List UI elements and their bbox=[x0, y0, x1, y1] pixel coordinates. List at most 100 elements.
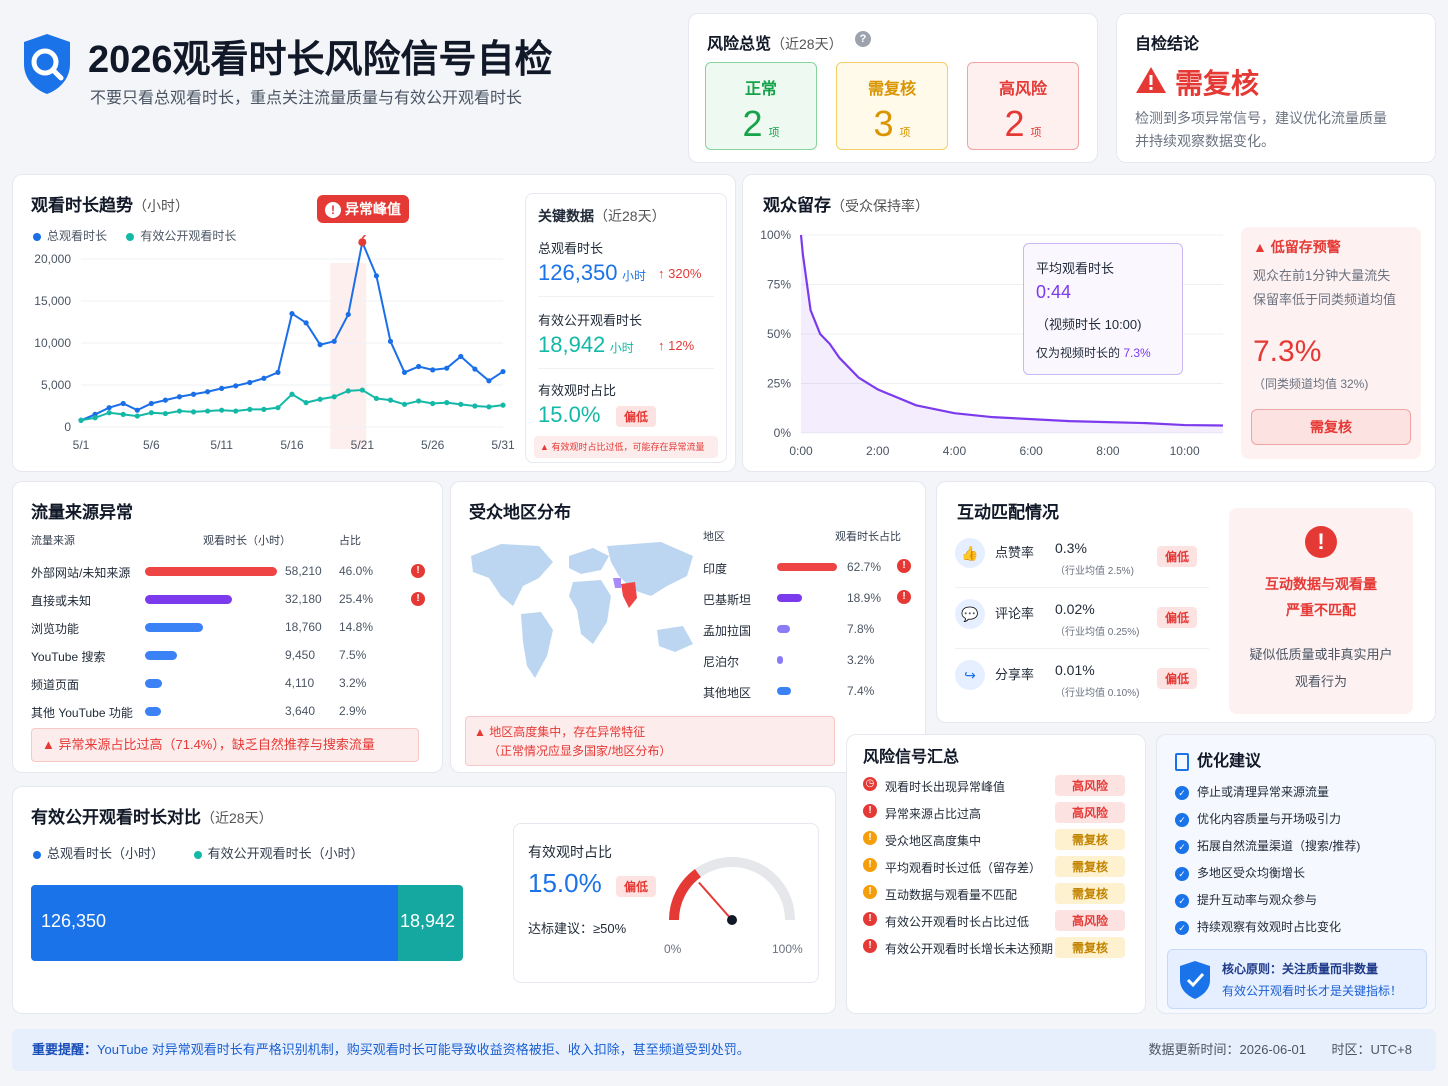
engagement-label: 评论率 bbox=[995, 606, 1035, 621]
engagement-avg: （行业均值 0.25%) bbox=[1055, 627, 1140, 638]
advice-text: 持续观察有效观时占比变化 bbox=[1197, 920, 1342, 934]
footer-notice: 重要提醒：YouTube 对异常观看时长有严格识别机制，购买观看时长可能导致收益… bbox=[12, 1029, 1436, 1071]
header: 2026观看时长风险信号自检 不要只看总观看时长，重点关注流量质量与有效公开观看… bbox=[18, 24, 658, 114]
data-point bbox=[444, 365, 450, 371]
traffic-source-name: YouTube 搜索 bbox=[31, 650, 106, 664]
footer-text: YouTube 对异常观看时长有严格识别机制，购买观看时长可能导致收益资格被拒、… bbox=[97, 1042, 750, 1057]
engagement-value: 0.02% bbox=[1055, 601, 1095, 617]
avg-value: 0:44 bbox=[1036, 282, 1072, 302]
compare-title: 有效公开观看时长对比 bbox=[31, 808, 201, 827]
data-point bbox=[233, 383, 239, 389]
overview-box-label: 需复核 bbox=[867, 81, 916, 98]
engagement-value: 0.01% bbox=[1055, 662, 1095, 678]
traffic-source-name: 浏览功能 bbox=[31, 622, 80, 636]
alert-title: 低留存预警 bbox=[1270, 239, 1341, 255]
signal-text: 互动数据与观看量不匹配 bbox=[885, 888, 1018, 902]
x-tick-label: 5/26 bbox=[421, 438, 445, 452]
advice-text: 拓展自然流量渠道（搜索/推荐) bbox=[1197, 839, 1361, 853]
risk-overview-card: 风险总览（近28天） ? 正常 2 项需复核 3 项高风险 2 项 bbox=[688, 13, 1098, 163]
trend-card: 观看时长趋势（小时） 总观看时长 有效公开观看时长 0 5,000 10,000 15… bbox=[12, 174, 736, 472]
traffic-row: 频道页面 4,110 3.2% bbox=[31, 670, 424, 698]
thumbs-up-icon: 👍 bbox=[955, 538, 985, 568]
data-point bbox=[387, 338, 394, 344]
alert-icon: ! bbox=[863, 912, 877, 926]
col-hours: 观看时长（小时） bbox=[203, 535, 291, 547]
trend-title: 观看时长趋势 bbox=[31, 196, 133, 215]
data-point bbox=[134, 413, 140, 419]
data-point bbox=[148, 400, 154, 407]
traffic-bar bbox=[145, 623, 204, 632]
col-pct: 占比 bbox=[339, 535, 361, 547]
x-tick-label: 2:00 bbox=[866, 444, 890, 458]
alert-value: 7.3% bbox=[1253, 335, 1322, 368]
data-point bbox=[120, 400, 126, 407]
geo-region-name: 孟加拉国 bbox=[703, 624, 752, 638]
geo-region-name: 尼泊尔 bbox=[703, 655, 740, 669]
key-data-title: 关键数据 bbox=[538, 208, 594, 224]
data-point bbox=[176, 394, 183, 400]
warning-icon: ▲ bbox=[474, 725, 486, 739]
y-tick-label: 75% bbox=[767, 278, 791, 292]
traffic-hours: 9,450 bbox=[285, 648, 316, 662]
check-circle-icon: ✓ bbox=[1175, 866, 1189, 881]
kd-total-unit: 小时 bbox=[621, 269, 646, 283]
traffic-bar bbox=[145, 707, 161, 716]
data-point bbox=[416, 363, 422, 370]
signal-row: ! 异常来源占比过高 高风险 bbox=[863, 800, 1133, 824]
y-tick-label: 0% bbox=[774, 426, 792, 440]
exclamation-icon: ! bbox=[325, 202, 341, 218]
geo-row: 尼泊尔 3.2% bbox=[701, 647, 911, 673]
trend-unit: （小时） bbox=[133, 198, 189, 214]
kd-ratio-label: 有效观时占比 bbox=[538, 383, 617, 398]
data-point bbox=[486, 404, 492, 410]
data-point bbox=[472, 403, 478, 409]
data-point bbox=[233, 408, 239, 414]
data-point bbox=[261, 406, 267, 412]
data-point bbox=[275, 405, 281, 411]
kd-valid-value: 18,942 bbox=[538, 332, 606, 357]
traffic-card: 流量来源异常 流量来源 观看时长（小时） 占比 外部网站/未知来源 58,210 4… bbox=[12, 481, 443, 773]
kd-valid-change: 12% bbox=[668, 338, 695, 353]
question-circle-icon[interactable]: ? bbox=[855, 31, 871, 47]
alert-icon: ! bbox=[863, 831, 877, 845]
data-point bbox=[317, 342, 323, 348]
signal-text: 受众地区高度集中 bbox=[885, 834, 982, 848]
compare-period: （近28天） bbox=[201, 810, 273, 826]
avg-pct: 7.3% bbox=[1123, 346, 1151, 360]
shield-search-icon bbox=[24, 34, 70, 94]
signal-level: 高风险 bbox=[1055, 775, 1125, 796]
kd-valid-label: 有效公开观看时长 bbox=[538, 313, 643, 328]
data-point bbox=[472, 366, 478, 372]
kd-total-change: 320% bbox=[668, 266, 702, 281]
advice-text: 优化内容质量与开场吸引力 bbox=[1197, 812, 1342, 826]
geo-bar bbox=[777, 656, 783, 664]
geo-row: 巴基斯坦 18.9%! bbox=[701, 585, 911, 611]
engagement-value: 0.3% bbox=[1055, 540, 1087, 556]
compare-stacked-bar: 126,350 18,942 bbox=[31, 885, 463, 961]
geo-pct: 3.2% bbox=[847, 653, 875, 667]
warning-icon: ▲ bbox=[540, 442, 549, 452]
traffic-row: 直接或未知 32,180 25.4%! bbox=[31, 586, 425, 614]
kd-total-label: 总观看时长 bbox=[538, 241, 604, 256]
review-button[interactable]: 需复核 bbox=[1251, 409, 1411, 445]
traffic-bar bbox=[145, 595, 233, 604]
data-point bbox=[162, 397, 168, 403]
traffic-hours: 4,110 bbox=[285, 676, 315, 690]
overview-box-count-row: 2项 bbox=[968, 103, 1078, 145]
advice-text: 提升互动率与观众参与 bbox=[1197, 893, 1318, 907]
data-point bbox=[416, 398, 422, 404]
signal-row: ! 有效公开观看时长占比过低 高风险 bbox=[863, 908, 1133, 932]
advice-item: ✓ 提升互动率与观众参与 bbox=[1175, 891, 1317, 908]
ratio-gauge bbox=[669, 857, 795, 925]
peak-point bbox=[358, 238, 367, 247]
kd-valid-unit: 小时 bbox=[609, 341, 634, 355]
eng-alert-desc-2: 观看行为 bbox=[1294, 674, 1347, 689]
signal-text: 异常来源占比过高 bbox=[885, 807, 982, 821]
traffic-warning: ▲ 异常来源占比过高（71.4%），缺乏自然推荐与搜索流量 bbox=[31, 728, 419, 762]
advice-item: ✓ 多地区受众均衡增长 bbox=[1175, 864, 1305, 881]
check-circle-icon: ✓ bbox=[1175, 920, 1189, 935]
traffic-bar bbox=[145, 651, 177, 660]
alert-icon: ! bbox=[863, 858, 877, 872]
exclamation-icon: ! bbox=[897, 559, 911, 573]
peak-pointer bbox=[361, 235, 367, 239]
